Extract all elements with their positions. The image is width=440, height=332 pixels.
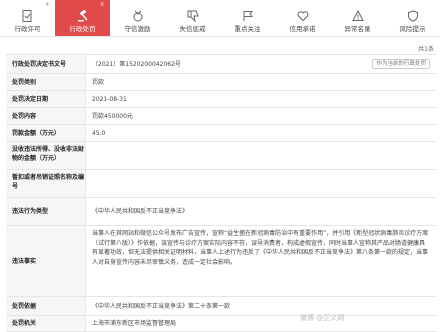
table-row: 处罚依据 《中华人民共和国反不正当竞争法》第二十条第一款: [6, 297, 436, 316]
thumbs-down-icon: [187, 10, 199, 22]
row-value: [86, 142, 436, 169]
tab-key-focus[interactable]: 重点关注: [220, 0, 275, 36]
row-value: 2021-08-31: [92, 95, 127, 103]
tab-label: 异常名录: [344, 25, 371, 33]
row-label: 违法行为类型: [6, 198, 86, 225]
row-value: 罚款: [92, 78, 105, 86]
flag-icon: [242, 10, 254, 22]
heart-icon: [297, 10, 309, 22]
shield-icon: [407, 10, 419, 22]
row-value: （2021）第1520200042062号 作为当前的行政处罚: [86, 55, 436, 73]
table-row: 处罚决定日期 2021-08-31: [6, 91, 436, 108]
row-label: 违法事实: [6, 226, 86, 296]
tab-risk-alert[interactable]: 风险提示: [385, 0, 440, 36]
tab-dishonesty-punishment[interactable]: 失信惩戒: [165, 0, 220, 36]
tab-label: 守信激励: [124, 25, 151, 33]
medal-icon: [132, 10, 144, 22]
table-row: 罚款金额（万元） 45.0: [6, 125, 436, 142]
table-row: 处罚内容 罚款450000元: [6, 108, 436, 125]
table-row: 行政处罚决定书文号 （2021）第1520200042062号 作为当前的行政处…: [6, 55, 436, 74]
row-label: 处罚决定日期: [6, 91, 86, 107]
row-label: 行政处罚决定书文号: [6, 55, 86, 73]
row-value: 《中华人民共和国反不正当竞争法》: [92, 208, 189, 215]
row-value: 罚款450000元: [92, 112, 133, 120]
tab-credit-incentive[interactable]: 守信激励: [110, 0, 165, 36]
table-row: 暂扣或者吊销证照名称及编号: [6, 170, 436, 198]
table-row: 违法行为类型 《中华人民共和国反不正当竞争法》: [6, 198, 436, 226]
tab-label: 风险提示: [399, 25, 426, 33]
row-value: 当事人在其网站和微信公众号发布广告宣传，宣称“益生菌在新冠病毒防治中有重要作用”…: [92, 230, 429, 266]
row-label: 暂扣或者吊销证照名称及编号: [6, 170, 86, 197]
row-value: 上海市浦东新区市场监督管理局: [92, 320, 177, 327]
tab-admin-license[interactable]: 4 行政许可: [0, 0, 55, 36]
tab-label: 行政许可: [14, 25, 41, 33]
row-label: 没收违法所得、没收非法财物的金额（万元）: [6, 142, 86, 169]
row-label: 处罚类别: [6, 74, 86, 90]
watermark: 微博 @正义网: [300, 314, 345, 322]
doc-check-icon: [22, 10, 34, 22]
total-count: 共1条: [418, 46, 434, 53]
current-penalty-button[interactable]: 作为当前的行政处罚: [372, 59, 430, 69]
tab-admin-penalty[interactable]: 6 行政处罚: [55, 0, 110, 36]
tab-label: 失信惩戒: [179, 25, 206, 33]
table-row: 处罚类别 罚款: [6, 74, 436, 91]
tab-divider: [0, 36, 440, 37]
decision-number: （2021）第1520200042062号: [92, 60, 181, 68]
tab-credit-commitment[interactable]: 信用承诺: [275, 0, 330, 36]
table-row: 没收违法所得、没收非法财物的金额（万元）: [6, 142, 436, 170]
tab-label: 行政处罚: [69, 25, 96, 33]
warning-icon: [351, 10, 364, 22]
tab-label: 重点关注: [234, 25, 261, 33]
penalty-detail-table: 行政处罚决定书文号 （2021）第1520200042062号 作为当前的行政处…: [6, 54, 436, 332]
tab-label: 信用承诺: [289, 25, 316, 33]
row-label: 处罚依据: [6, 297, 86, 315]
row-value: 《中华人民共和国反不正当竞争法》第二十条第一款: [92, 302, 231, 310]
tab-abnormal-list[interactable]: 异常名录: [330, 0, 385, 36]
tab-count: 4: [45, 2, 50, 8]
tab-count: 6: [100, 2, 105, 8]
row-value: [86, 170, 436, 197]
table-row: 违法事实 当事人在其网站和微信公众号发布广告宣传，宣称“益生菌在新冠病毒防治中有…: [6, 226, 436, 297]
gavel-icon: [77, 10, 89, 22]
category-tab-bar: 4 行政许可 6 行政处罚 守信激励 失信惩戒 重点关注 信用承诺 异常名录 风…: [0, 0, 440, 36]
row-label: 处罚内容: [6, 108, 86, 124]
table-row: 处罚机关 上海市浦东新区市场监督管理局: [6, 316, 436, 332]
row-label: 罚款金额（万元）: [6, 125, 86, 141]
row-value: 45.0: [92, 129, 106, 137]
row-label: 处罚机关: [6, 316, 86, 331]
